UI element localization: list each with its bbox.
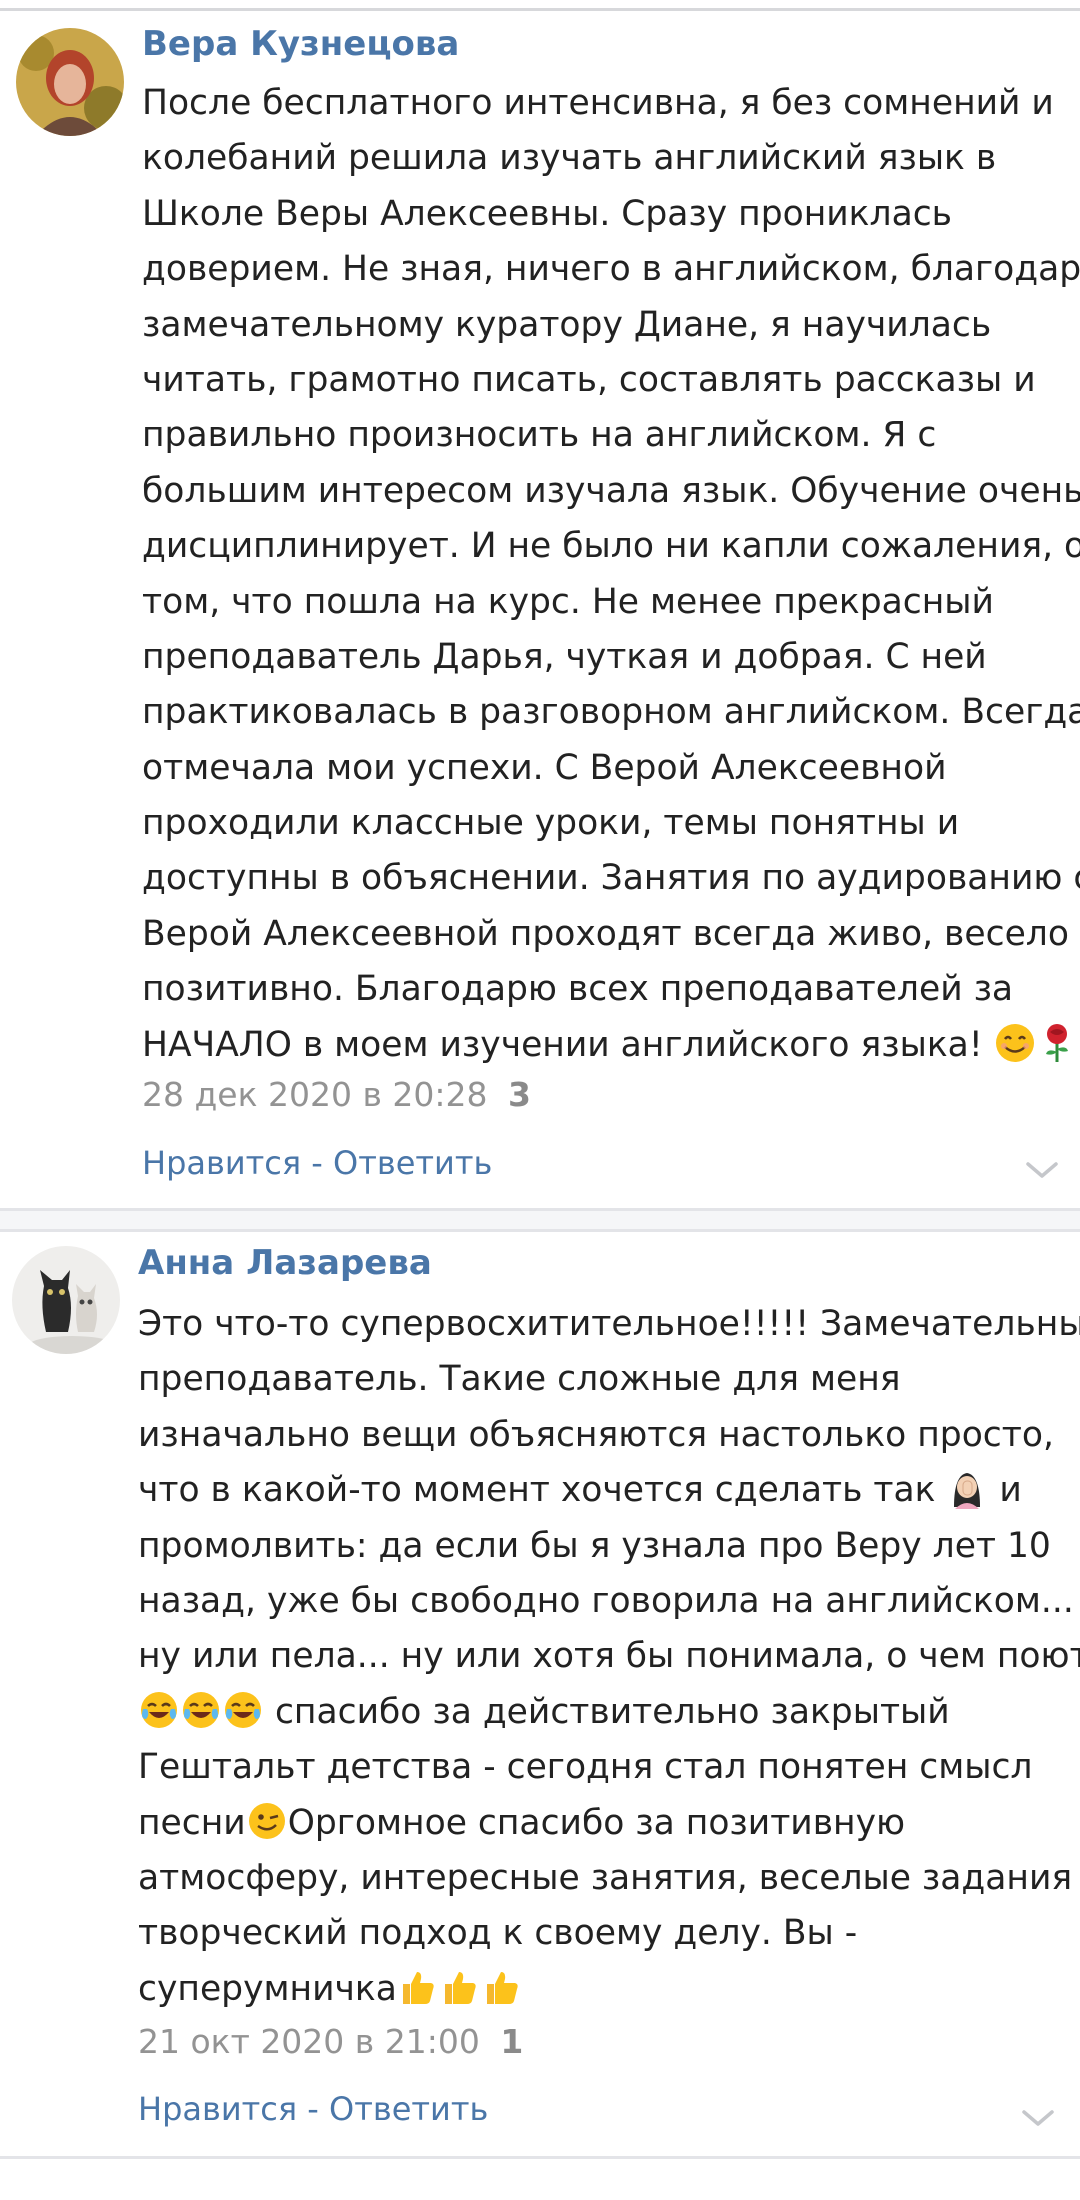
text-line-content: песни <box>138 1802 246 1843</box>
text-line: После бесплатного интенсивна, я без сомн… <box>142 83 1054 123</box>
woman-facepalm-icon <box>954 1473 981 1510</box>
text-line: практиковалась в разговорном английском.… <box>142 692 1080 733</box>
like-link[interactable]: Нравится <box>142 1144 301 1182</box>
user-photo-woman-icon <box>16 28 124 136</box>
text-line: спасибо за действительно закрытый <box>138 1685 1080 1740</box>
text-line-content: суперумничка <box>138 1968 397 2009</box>
comment-text: После бесплатного интенсивна, я без сомн… <box>142 76 1080 1073</box>
top-border <box>0 8 1080 11</box>
text-line: отмечала мои успехи. С Верой Алексеевной <box>142 747 947 788</box>
comment-gap <box>0 1211 1080 1229</box>
comment-meta: 28 дек 2020 в 20:28 3 <box>142 1075 531 1115</box>
text-line: промолвить: да если бы я узнала про Веру… <box>138 1525 1051 1566</box>
reply-link[interactable]: Ответить <box>333 1144 492 1182</box>
chevron-down-icon[interactable] <box>1018 2106 1058 2130</box>
actions-separator: - <box>301 1144 334 1182</box>
likes-count: 1 <box>500 2022 524 2061</box>
text-line-content: НАЧАЛО в моем изучении английского языка… <box>142 1024 983 1065</box>
rose-icon <box>1045 1023 1068 1062</box>
actions-separator: - <box>297 2090 330 2128</box>
text-line: песни Оргомное спасибо за позитивную <box>138 1796 1080 1851</box>
text-line-content: Оргомное спасибо за позитивную <box>287 1802 906 1843</box>
text-line: НАЧАЛО в моем изучении английского языка… <box>142 1018 1080 1073</box>
text-line: Верой Алексеевной проходят всегда живо, … <box>142 913 1080 954</box>
text-line: преподаватель. Такие сложные для меня <box>138 1359 901 1400</box>
winking-face-icon <box>248 1802 285 1839</box>
text-line: правильно произносить на английском. Я с <box>142 415 937 456</box>
text-line: доверием. Не зная, ничего в английском, … <box>142 249 1080 290</box>
comment-actions: Нравится - Ответить <box>138 2089 488 2129</box>
comment-divider <box>0 1229 1080 1232</box>
comment-author[interactable]: Анна Лазарева <box>138 1243 432 1283</box>
comment-meta: 21 окт 2020 в 21:00 1 <box>138 2022 523 2062</box>
likes-count: 3 <box>508 1075 532 1114</box>
comment-author[interactable]: Вера Кузнецова <box>142 24 459 64</box>
thumbs-up-icon <box>402 1971 434 2004</box>
tears-of-joy-icon <box>225 1691 261 1728</box>
text-line: замечательному куратору Диане, я научила… <box>142 304 992 345</box>
text-line-content: спасибо за действительно закрытый <box>274 1691 950 1732</box>
comment-date[interactable]: 21 окт 2020 в 21:00 <box>138 2022 480 2061</box>
comment-divider <box>0 2156 1080 2159</box>
text-line: проходили классные уроки, темы понятны и <box>142 803 960 844</box>
like-link[interactable]: Нравится <box>138 2090 297 2128</box>
text-line: преподаватель Дарья, чуткая и добрая. С … <box>142 636 987 677</box>
user-photo-cats-icon <box>12 1246 120 1354</box>
text-line: атмосферу, интересные занятия, веселые з… <box>138 1857 1080 1898</box>
text-line: Школе Веры Алексеевны. Сразу прониклась <box>142 193 953 234</box>
text-line: читать, грамотно писать, составлять расс… <box>142 359 1036 400</box>
text-line: Это что-то супервосхитительное!!!!! Заме… <box>138 1304 1080 1344</box>
reply-link[interactable]: Ответить <box>329 2090 488 2128</box>
text-line: доступны в объяснении. Занятия по аудиро… <box>142 858 1080 899</box>
tears-of-joy-icon <box>141 1691 177 1728</box>
text-line: изначально вещи объясняются настолько пр… <box>138 1414 1054 1455</box>
text-line: колебаний решила изучать английский язык… <box>142 138 997 179</box>
thumbs-up-icon <box>486 1971 518 2004</box>
text-line-content: и <box>999 1470 1022 1511</box>
text-line: ну или пела... ну или хотя бы понимала, … <box>138 1636 1080 1677</box>
chevron-down-icon[interactable] <box>1022 1158 1062 1182</box>
text-line: назад, уже бы свободно говорила на англи… <box>138 1580 1074 1621</box>
comment-text: Это что-то супервосхитительное!!!!! Заме… <box>138 1297 1080 2017</box>
text-line: что в какой-то момент хочется сделать та… <box>138 1463 1080 1518</box>
text-line: позитивно. Благодарю всех преподавателей… <box>142 969 1014 1010</box>
text-line: дисциплинирует. И не было ни капли сожал… <box>142 526 1080 567</box>
tears-of-joy-icon <box>183 1691 219 1728</box>
comment-date[interactable]: 28 дек 2020 в 20:28 <box>142 1075 488 1114</box>
comment-actions: Нравится - Ответить <box>142 1143 492 1183</box>
thumbs-up-icon <box>444 1971 476 2004</box>
text-line: творческий подход к своему делу. Вы - <box>138 1913 858 1954</box>
avatar[interactable] <box>16 28 124 136</box>
avatar[interactable] <box>12 1246 120 1354</box>
text-line: Гештальт детства - сегодня стал понятен … <box>138 1747 1033 1788</box>
smiling-face-icon <box>995 1023 1034 1062</box>
text-line: суперумничка <box>138 1962 1080 2017</box>
text-line: большим интересом изучала язык. Обучение… <box>142 470 1080 511</box>
text-line: том, что пошла на курс. Не менее прекрас… <box>142 581 994 622</box>
text-line-content: что в какой-то момент хочется сделать та… <box>138 1470 936 1511</box>
